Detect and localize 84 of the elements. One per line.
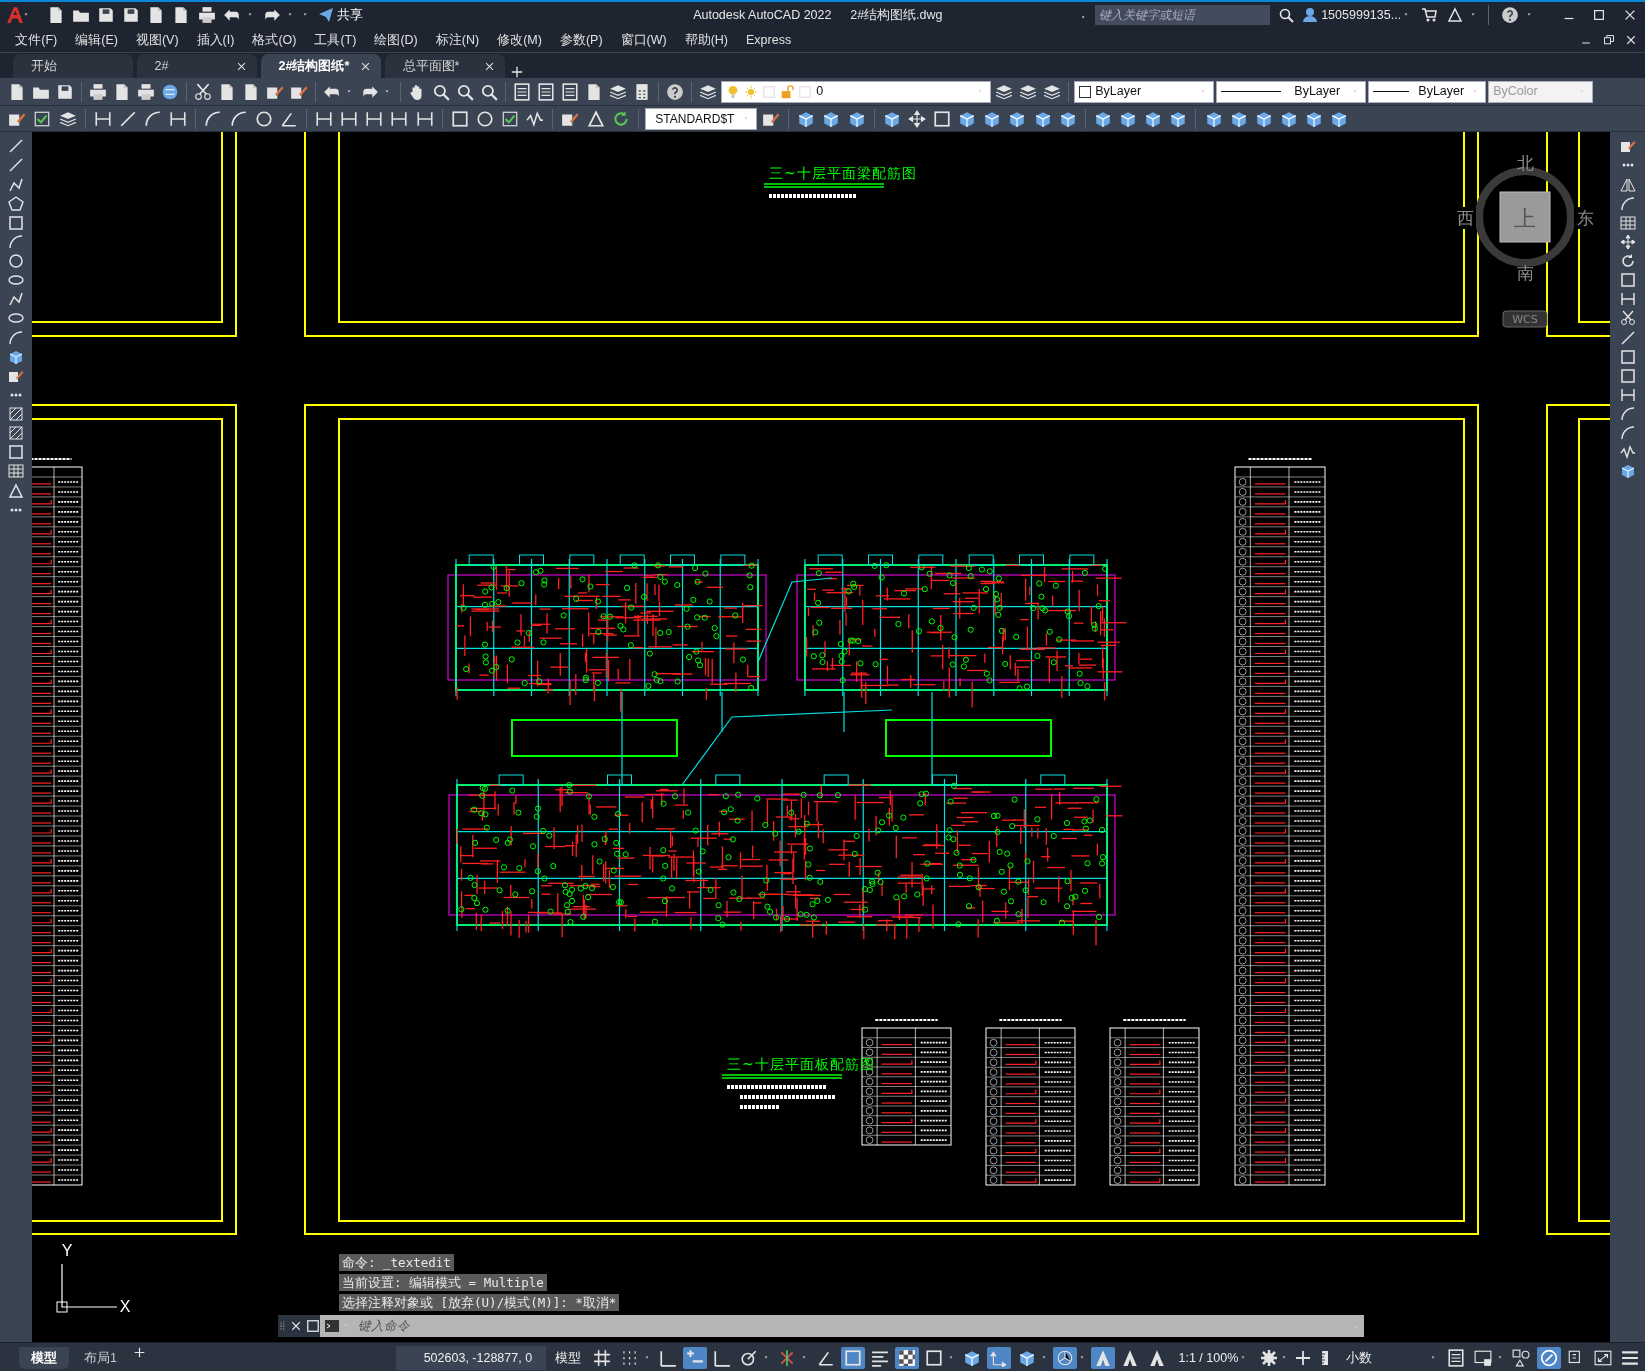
table-icon[interactable]: [1617, 214, 1638, 231]
gear-icon[interactable]: [1258, 1350, 1279, 1366]
sun-icon: [744, 84, 759, 99]
wcs-label[interactable]: WCS: [1512, 313, 1538, 326]
property-value: ByColor: [1493, 83, 1539, 101]
axes-icon[interactable]: [987, 1347, 1012, 1369]
share-button[interactable]: 共享: [316, 7, 366, 23]
hatch-icon[interactable]: [6, 425, 26, 442]
polyline-icon[interactable]: [6, 291, 26, 308]
color-swatch: [1079, 85, 1092, 98]
layer-name: 0: [816, 83, 825, 101]
menu-item[interactable]: 修改(M): [488, 30, 551, 50]
app-title: Autodesk AutoCAD 2022: [693, 6, 832, 24]
table-icon[interactable]: [6, 463, 26, 480]
square-icon[interactable]: [6, 444, 26, 461]
document-tab[interactable]: 开始: [30, 56, 57, 76]
drawing-title: 三~十层平面板配筋图: [727, 1056, 875, 1072]
compass-north[interactable]: 北: [1516, 153, 1534, 173]
lineweight-dropdown[interactable]: ByLayer: [1368, 80, 1487, 103]
menu-item[interactable]: 视图(V): [126, 30, 188, 50]
compass-south[interactable]: 南: [1516, 263, 1534, 283]
wcs-menu: [1502, 310, 1548, 328]
polyline-icon[interactable]: [6, 176, 26, 193]
square-icon[interactable]: [931, 109, 953, 128]
square-icon: [798, 84, 813, 99]
layer-dropdown[interactable]: 0: [721, 80, 992, 103]
document-tab[interactable]: 2#: [154, 56, 169, 76]
user-name[interactable]: 1505999135...: [1321, 5, 1402, 25]
property-value: ByLayer: [1417, 83, 1466, 101]
text-style-dropdown[interactable]: STANDARD$T: [644, 107, 757, 130]
menu-item[interactable]: 帮助(H): [675, 30, 738, 50]
gizmo-icon[interactable]: [1052, 1347, 1077, 1369]
drawing-title: 三~十层平面梁配筋图: [769, 165, 917, 181]
menu-item[interactable]: 插入(I): [187, 30, 244, 50]
mirror-icon[interactable]: [1617, 176, 1638, 193]
file-title: 2#结构图纸.dwg: [850, 6, 943, 24]
close-icon[interactable]: [483, 60, 495, 72]
text-style-name: STANDARD$T: [654, 110, 736, 128]
circle-icon[interactable]: [6, 253, 26, 269]
menu-item[interactable]: 编辑(E): [66, 30, 127, 50]
color-dropdown[interactable]: ByLayer: [1074, 80, 1215, 103]
axis-label: Y: [61, 1242, 73, 1259]
search-field[interactable]: 键入关键字或短语: [1094, 5, 1270, 25]
compass-east[interactable]: 东: [1576, 208, 1594, 228]
gauge-icon[interactable]: [1536, 1347, 1561, 1369]
app-logo-icon: [6, 6, 25, 24]
close-icon[interactable]: [359, 60, 371, 72]
square-icon[interactable]: [840, 1347, 865, 1369]
square-icon[interactable]: [6, 214, 26, 231]
wave-icon[interactable]: [1617, 444, 1638, 461]
dimension-icon[interactable]: [313, 109, 335, 128]
axis-label: X: [119, 1298, 131, 1315]
view-cube: [1499, 191, 1551, 243]
line-sample: [1221, 91, 1282, 92]
send-icon: [318, 7, 335, 23]
units-dropdown[interactable]: 小数: [1315, 1350, 1441, 1366]
line-sample: [1373, 91, 1410, 92]
menu-item[interactable]: 格式(O): [243, 30, 306, 50]
ucs-axes-icon: [56, 1263, 118, 1313]
menu-item[interactable]: 标注(N): [426, 30, 489, 50]
menu-item[interactable]: 文件(F): [6, 30, 67, 50]
checker-icon[interactable]: [895, 1347, 919, 1369]
close-icon[interactable]: [235, 60, 247, 72]
menu-item[interactable]: 绘图(D): [365, 30, 427, 50]
compass-west[interactable]: 西: [1456, 208, 1474, 228]
terminal-icon: [324, 1318, 340, 1334]
property-value: ByLayer: [1293, 83, 1342, 101]
annotation-scale-button[interactable]: 1:1 / 100%: [1172, 1351, 1256, 1365]
square-icon: [762, 84, 777, 99]
model-space-button[interactable]: 模型: [549, 1350, 588, 1366]
user-icon: [1302, 7, 1319, 23]
plusminus-icon[interactable]: [682, 1347, 707, 1369]
layout-tab[interactable]: 模型: [18, 1346, 69, 1370]
coordinates-readout: 502603, -128877, 0: [422, 1349, 534, 1367]
menu-item[interactable]: 窗口(W): [611, 30, 676, 50]
menu-item[interactable]: Express: [737, 30, 801, 50]
lock-icon: [780, 84, 795, 99]
linetype-dropdown[interactable]: ByLayer: [1216, 80, 1367, 103]
hatch-icon[interactable]: [6, 406, 26, 422]
triangle-icon[interactable]: [6, 482, 26, 499]
menu-item[interactable]: 工具(T): [305, 30, 366, 50]
menu-item[interactable]: 参数(P): [550, 30, 612, 50]
property-value: ByLayer: [1095, 83, 1143, 101]
polygon-icon[interactable]: [6, 195, 26, 212]
